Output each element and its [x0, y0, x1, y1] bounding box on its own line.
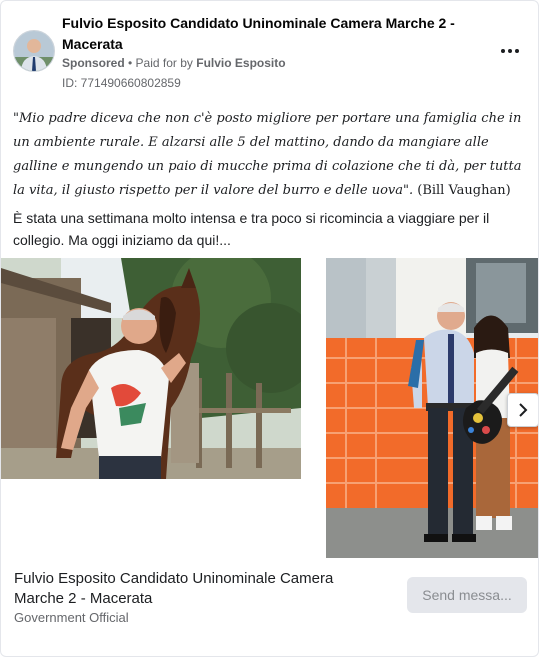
post-header: Fulvio Esposito Candidato Uninominale Ca…: [13, 13, 528, 93]
page-name-link[interactable]: Fulvio Esposito Candidato Uninominale Ca…: [62, 13, 462, 55]
chevron-right-icon[interactable]: [507, 393, 538, 427]
paid-for-prefix: • Paid for by: [124, 56, 197, 70]
image-carousel: [1, 258, 538, 558]
footer-page-title[interactable]: Fulvio Esposito Candidato Uninominale Ca…: [14, 569, 374, 609]
send-message-button[interactable]: Send messa...: [407, 577, 527, 613]
page-avatar[interactable]: [13, 30, 55, 72]
quote-author: (Bill Vaughan): [413, 183, 511, 198]
more-options-icon[interactable]: [496, 41, 524, 61]
post-quote: "Mio padre diceva che non c'è posto migl…: [13, 107, 529, 203]
sponsored-label: Sponsored: [62, 56, 125, 70]
sponsored-meta: Sponsored • Paid for by Fulvio Esposito: [62, 55, 286, 71]
carousel-image-horse[interactable]: [1, 258, 301, 479]
paid-for-name[interactable]: Fulvio Esposito: [196, 56, 285, 70]
sponsored-post-card: Fulvio Esposito Candidato Uninominale Ca…: [0, 0, 539, 657]
ad-id: ID: 771490660802859: [62, 76, 181, 90]
footer-category: Government Official: [14, 610, 129, 625]
post-body: È stata una settimana molto intensa e tr…: [13, 210, 490, 248]
